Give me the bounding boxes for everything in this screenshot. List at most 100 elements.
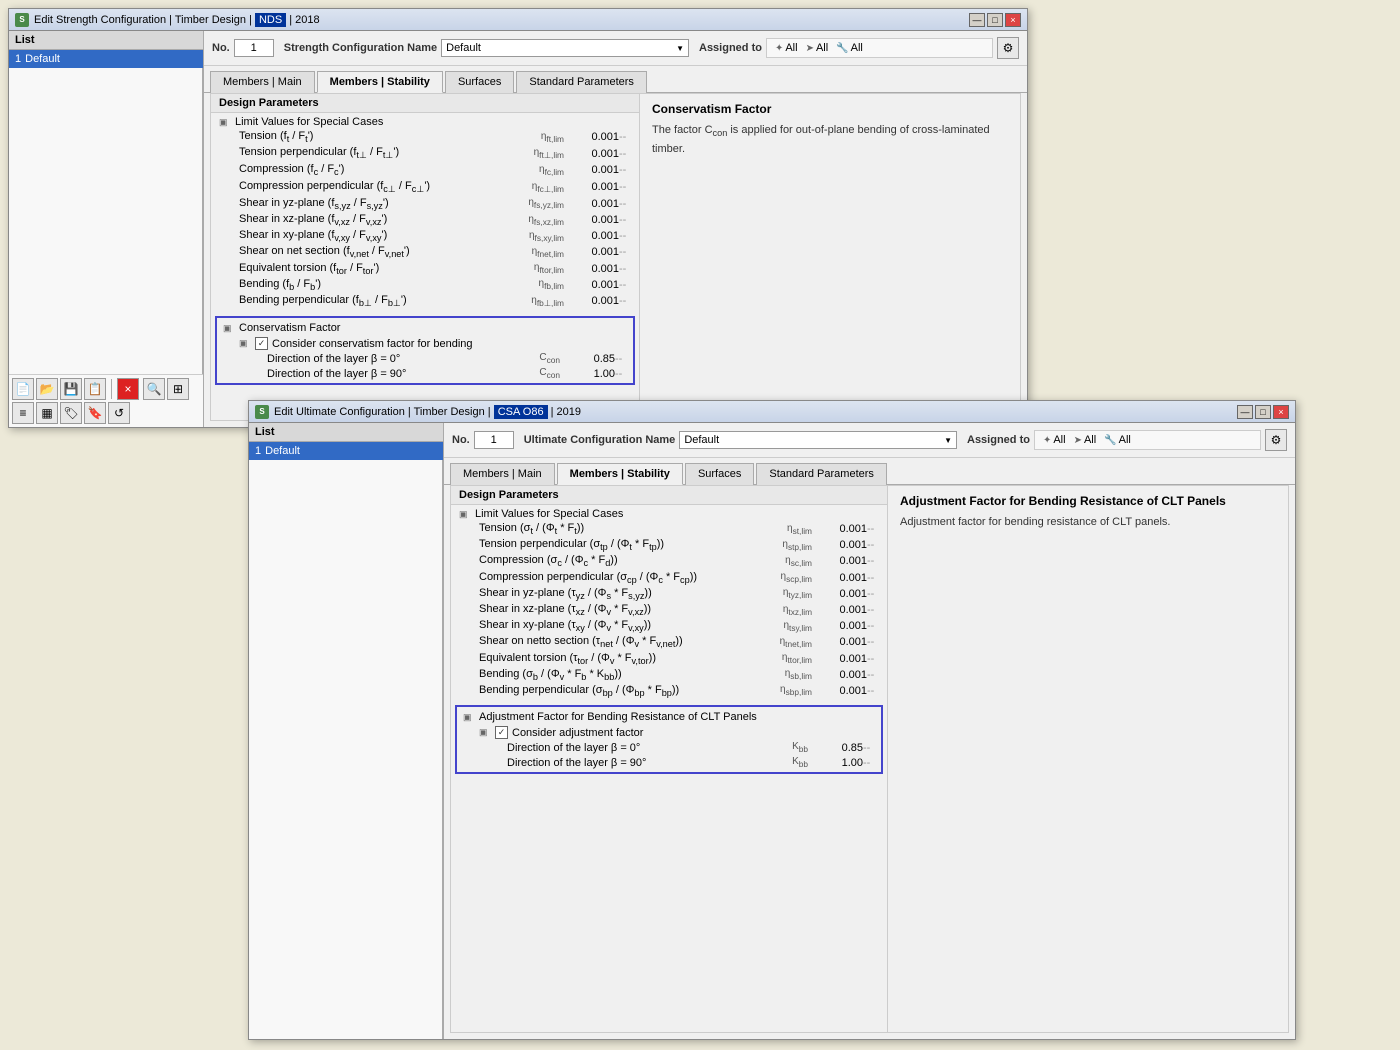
consider-checkbox-2[interactable] — [495, 726, 508, 739]
assigned-label-2: Assigned to — [967, 434, 1030, 446]
design-params-title-2: Design Parameters — [451, 486, 887, 505]
row-value: 0.001 — [564, 279, 619, 291]
collapse-icon-2[interactable]: ▣ — [223, 323, 235, 334]
name-value-2: Default — [684, 434, 719, 446]
row-symbol: ηsb,lim — [722, 668, 812, 681]
row-symbol: ηftor,lim — [474, 262, 564, 275]
row-label: Direction of the layer β = 0° — [499, 742, 718, 754]
collapse-icon-22[interactable]: ▣ — [463, 712, 475, 723]
close-button[interactable]: × — [1005, 13, 1021, 27]
table-row: Direction of the layer β = 0° Ccon 0.85 … — [259, 351, 631, 366]
minimize-button[interactable]: — — [969, 13, 985, 27]
name-dropdown-2[interactable]: Default — [679, 431, 957, 449]
filter-button[interactable]: ▦ — [36, 402, 58, 424]
limit-values-header: ▣ Limit Values for Special Cases — [215, 115, 635, 129]
row-label: Tension (σt / (Φt * Ft)) — [463, 522, 722, 536]
row-value: 0.85 — [560, 353, 615, 365]
row-label: Bending perpendicular (fb⊥ / Fb⊥') — [223, 294, 474, 309]
row-dash: -- — [619, 246, 635, 258]
copy-paste-button[interactable]: 📋 — [84, 378, 106, 400]
tab-members-stability-2[interactable]: Members | Stability — [557, 463, 683, 485]
title-highlight: NDS — [255, 13, 286, 27]
tab-standard-parameters[interactable]: Standard Parameters — [516, 71, 647, 93]
row-value: 0.001 — [812, 604, 867, 616]
row-value: 1.00 — [560, 368, 615, 380]
row-dash: -- — [619, 230, 635, 242]
assigned-settings-button[interactable]: ⚙ — [997, 37, 1019, 59]
collapse-icon-23[interactable]: ▣ — [479, 727, 491, 738]
collapse-icon-1[interactable]: ▣ — [219, 117, 231, 128]
row-value: 0.001 — [564, 164, 619, 176]
row-label: Equivalent torsion (ftor / Ftor') — [223, 262, 474, 276]
row-label: Equivalent torsion (τtor / (Φv * Fv,tor)… — [463, 652, 722, 666]
consider-checkbox[interactable] — [255, 337, 268, 350]
row-dash: -- — [619, 131, 635, 143]
right-panel-text-2: Adjustment factor for bending resistance… — [900, 514, 1276, 531]
collapse-icon-3[interactable]: ▣ — [239, 338, 251, 349]
titlebar-strength: S Edit Strength Configuration | Timber D… — [9, 9, 1027, 31]
no-label: No. — [212, 42, 230, 54]
no-label-2: No. — [452, 434, 470, 446]
row-symbol: Kbb — [718, 756, 808, 769]
window-controls-2: — □ × — [1237, 405, 1289, 419]
row-value: 0.001 — [564, 148, 619, 160]
row-value: 0.001 — [564, 198, 619, 210]
tab-surfaces-2[interactable]: Surfaces — [685, 463, 754, 485]
name-dropdown[interactable]: Default — [441, 39, 689, 57]
delete-button[interactable]: × — [117, 378, 139, 400]
assigned-label: Assigned to — [699, 42, 762, 54]
tab-standard-parameters-2[interactable]: Standard Parameters — [756, 463, 887, 485]
sep1 — [111, 379, 112, 399]
row-symbol: ηfs,xz,lim — [474, 214, 564, 227]
tab-members-main-2[interactable]: Members | Main — [450, 463, 555, 485]
list-item-id-2: 1 — [255, 445, 261, 457]
row-label: Shear on net section (fv,net / Fv,net') — [223, 245, 474, 259]
row-symbol: Kbb — [718, 741, 808, 754]
assigned-settings-button-2[interactable]: ⚙ — [1265, 429, 1287, 451]
tab-surfaces[interactable]: Surfaces — [445, 71, 514, 93]
app-icon-2: S — [255, 405, 269, 419]
row-symbol: ηft,lim — [474, 131, 564, 144]
list-panel-2: List 1 Default — [249, 423, 444, 1039]
table-row: Direction of the layer β = 90° Kbb 1.00 … — [499, 755, 879, 770]
grid-button[interactable]: ⊞ — [167, 378, 189, 400]
tab-members-main[interactable]: Members | Main — [210, 71, 315, 93]
bookmark-button[interactable]: 🔖 — [84, 402, 106, 424]
window-title-strength: Edit Strength Configuration | Timber Des… — [34, 14, 969, 26]
title-highlight-2: CSA O86 — [494, 405, 548, 419]
row-symbol: ηstp,lim — [722, 539, 812, 552]
collapse-icon-21[interactable]: ▣ — [459, 509, 471, 520]
table-row: Shear in xy-plane (τxy / (Φv * Fv,xy)) η… — [463, 618, 883, 634]
name-label-2: Ultimate Configuration Name — [524, 434, 676, 446]
list-item-2[interactable]: 1 Default — [249, 442, 443, 460]
new-button[interactable]: 📄 — [12, 378, 34, 400]
title-text: Edit Strength Configuration | Timber Des… — [34, 14, 252, 26]
close-button-2[interactable]: × — [1273, 405, 1289, 419]
row-dash: -- — [867, 523, 883, 535]
tab-members-stability[interactable]: Members | Stability — [317, 71, 443, 93]
window-controls: — □ × — [969, 13, 1021, 27]
conservatism-header: ▣ Conservatism Factor — [219, 320, 631, 336]
maximize-button[interactable]: □ — [987, 13, 1003, 27]
row-label: Direction of the layer β = 90° — [499, 757, 718, 769]
row-symbol: ηfb,lim — [474, 278, 564, 291]
tag-button[interactable]: 🏷 — [60, 402, 82, 424]
save-button[interactable]: 💾 — [60, 378, 82, 400]
row-value: 0.001 — [812, 588, 867, 600]
search-button[interactable]: 🔍 — [143, 378, 165, 400]
list-item[interactable]: 1 Default — [9, 50, 203, 68]
limit-values-label-2: Limit Values for Special Cases — [475, 508, 623, 520]
assigned-icon-21: ✦ — [1043, 435, 1051, 446]
table-row: Compression (fc / Fc') ηfc,lim 0.001 -- — [223, 162, 635, 178]
limit-values-header-2: ▣ Limit Values for Special Cases — [455, 507, 883, 521]
open-button[interactable]: 📂 — [36, 378, 58, 400]
table-row: Shear in xz-plane (fv,xz / Fv,xz') ηfs,x… — [223, 212, 635, 228]
refresh-button[interactable]: ↺ — [108, 402, 130, 424]
row-symbol: ηscp,lim — [722, 571, 812, 584]
row-dash: -- — [867, 653, 883, 665]
minimize-button-2[interactable]: — — [1237, 405, 1253, 419]
right-panel-1: Conservatism Factor The factor Ccon is a… — [640, 94, 1020, 420]
columns-button[interactable]: ≡ — [12, 402, 34, 424]
maximize-button-2[interactable]: □ — [1255, 405, 1271, 419]
row-dash: -- — [619, 279, 635, 291]
